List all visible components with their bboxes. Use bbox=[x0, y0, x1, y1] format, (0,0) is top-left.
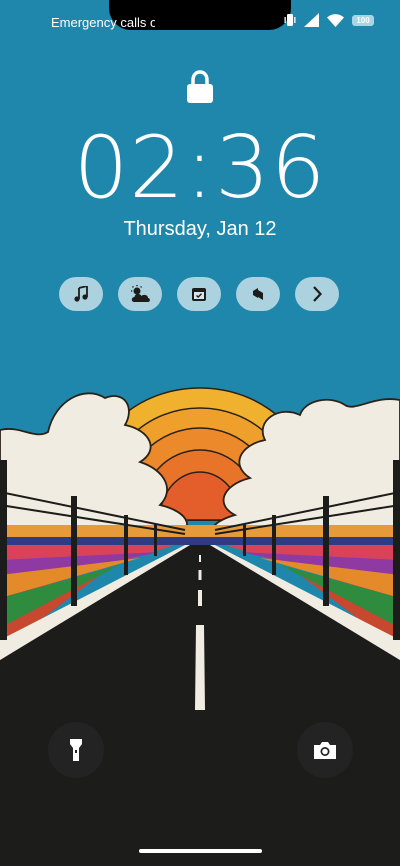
shortcut-row bbox=[59, 277, 339, 311]
shortcut-music[interactable] bbox=[59, 277, 103, 311]
flashlight-button[interactable] bbox=[48, 722, 104, 778]
wifi-icon bbox=[327, 13, 344, 27]
calendar-icon bbox=[192, 288, 206, 301]
weather-icon bbox=[131, 285, 150, 302]
camera-button[interactable] bbox=[297, 722, 353, 778]
app-icon bbox=[253, 288, 263, 300]
clock-time: 02:36 bbox=[73, 118, 327, 218]
signal-icon bbox=[304, 13, 319, 27]
shortcut-app[interactable] bbox=[236, 277, 280, 311]
shortcut-calendar[interactable] bbox=[177, 277, 221, 311]
vibrate-icon bbox=[284, 14, 296, 26]
chevron-right-icon bbox=[313, 286, 322, 302]
status-icons: 100 bbox=[284, 13, 374, 27]
music-icon bbox=[74, 286, 88, 302]
flashlight-icon bbox=[70, 739, 82, 761]
camera-icon bbox=[314, 742, 336, 759]
shortcut-more[interactable] bbox=[295, 277, 339, 311]
battery-icon: 100 bbox=[352, 14, 374, 26]
carrier-text: Emergency calls only bbox=[51, 15, 155, 30]
lock-screen: Emergency calls only 100 02:36 Thursday,… bbox=[0, 0, 400, 866]
lock-icon bbox=[187, 70, 213, 103]
home-indicator[interactable] bbox=[139, 849, 262, 853]
shortcut-weather[interactable] bbox=[118, 277, 162, 311]
date-text: Thursday, Jan 12 bbox=[123, 218, 277, 240]
